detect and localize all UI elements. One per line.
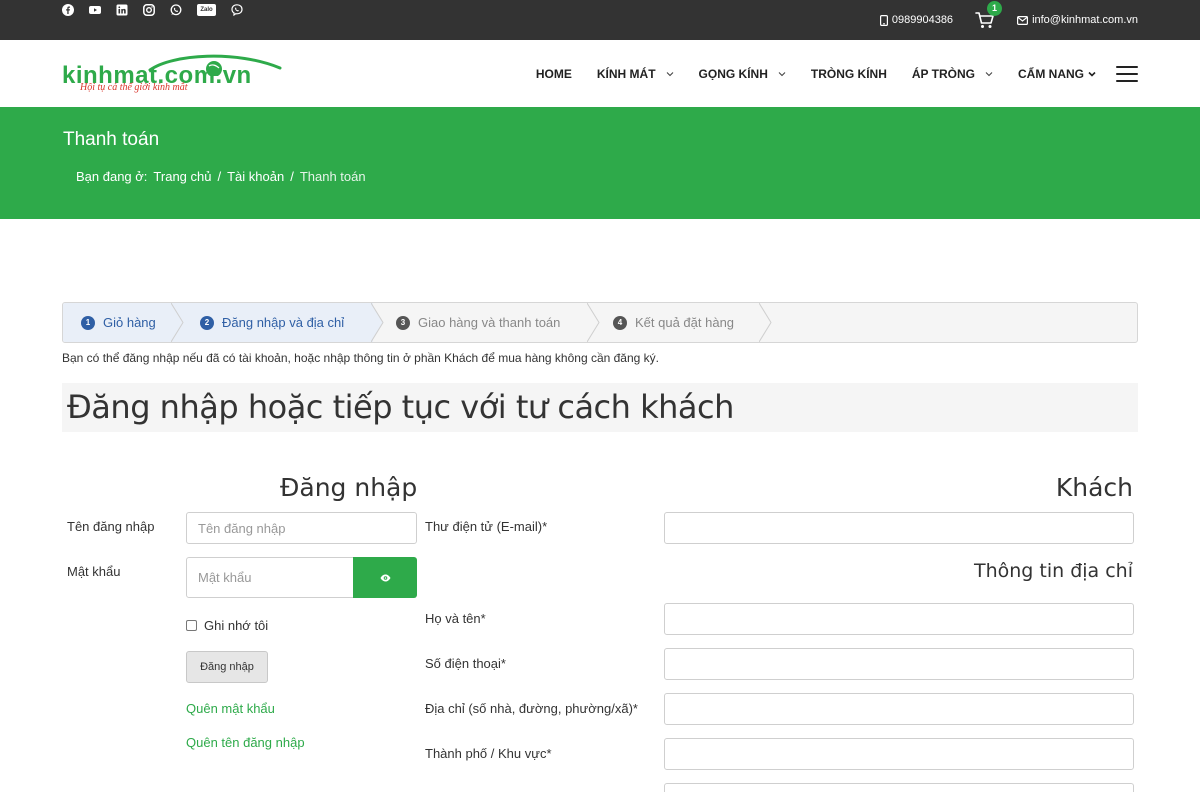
- page-banner: Thanh toán Bạn đang ở: Trang chủ / Tài k…: [0, 107, 1200, 219]
- step-order-result: 4 Kết quả đặt hàng: [613, 303, 734, 342]
- forgot-username-link[interactable]: Quên tên đăng nhập: [186, 735, 305, 750]
- nav-trong-kinh-label: TRÒNG KÍNH: [810, 66, 887, 81]
- email-input[interactable]: [664, 512, 1134, 544]
- step-login-address[interactable]: 2 Đăng nhập và địa chỉ: [200, 303, 344, 342]
- email-label: Thư điện tử (E-mail)*: [425, 519, 548, 534]
- step-separator: [171, 303, 184, 342]
- page-title: Thanh toán: [63, 129, 160, 150]
- main-heading: Đăng nhập hoặc tiếp tục với tư cách khác…: [67, 388, 734, 426]
- viber-icon[interactable]: [231, 4, 243, 16]
- nav-gong-kinh-label: GỌNG KÍNH: [698, 66, 768, 81]
- mobile-phone-icon: [879, 14, 888, 26]
- chevron-down-icon: [985, 71, 993, 76]
- next-field-input[interactable]: [664, 783, 1134, 792]
- step-label: Giỏ hàng: [103, 315, 156, 330]
- step-label: Đăng nhập và địa chỉ: [222, 315, 345, 330]
- phone-link[interactable]: 0989904386: [879, 14, 954, 26]
- chevron-down-icon: [1088, 71, 1096, 77]
- cart-button[interactable]: 1: [975, 1, 1003, 30]
- top-contact: 0989904386 1 info@kinhmat.com.vn: [879, 0, 1138, 40]
- nav-trong-kinh[interactable]: TRÒNG KÍNH: [811, 67, 887, 81]
- nav-ap-trong-label: ÁP TRÒNG: [911, 66, 975, 81]
- breadcrumb-current: Thanh toán: [299, 169, 366, 184]
- fullname-label: Họ và tên*: [425, 611, 486, 626]
- nav-cam-nang-label: CẨM NANG: [1018, 66, 1084, 81]
- email-link[interactable]: info@kinhmat.com.vn: [1017, 14, 1138, 26]
- address-label: Địa chỉ (số nhà, đường, phường/xã)*: [425, 701, 638, 716]
- envelope-icon: [1017, 15, 1029, 25]
- logo-slogan: Hội tụ cả thế giới kính mắt: [80, 82, 188, 93]
- step-separator: [587, 303, 600, 342]
- step-number: 1: [81, 315, 95, 330]
- show-password-button[interactable]: [353, 557, 417, 598]
- address-input[interactable]: [664, 693, 1134, 725]
- nav-kinh-mat[interactable]: KÍNH MÁT: [597, 67, 674, 81]
- step-shipping-payment: 3 Giao hàng và thanh toán: [396, 303, 560, 342]
- section-heading: Đăng nhập hoặc tiếp tục với tư cách khác…: [62, 383, 1138, 432]
- chevron-down-icon: [778, 71, 786, 76]
- step-cart[interactable]: 1 Giỏ hàng: [81, 303, 156, 342]
- phone-input[interactable]: [664, 648, 1134, 680]
- login-button[interactable]: Đăng nhập: [186, 651, 268, 683]
- nav-kinh-mat-label: KÍNH MÁT: [596, 66, 656, 81]
- forgot-password-link[interactable]: Quên mật khẩu: [186, 701, 275, 716]
- step-number: 2: [200, 315, 214, 330]
- breadcrumb-account-link[interactable]: Tài khoản: [227, 169, 284, 184]
- breadcrumb-prefix: Bạn đang ở:: [76, 169, 148, 184]
- username-label: Tên đăng nhập: [67, 519, 155, 534]
- email-address: info@kinhmat.com.vn: [1032, 14, 1138, 26]
- top-bar: Zalo 0989904386 1 info@kinhmat.com.vn: [0, 0, 1200, 40]
- nav-home-label: HOME: [535, 66, 572, 81]
- instagram-icon[interactable]: [143, 4, 155, 16]
- checkout-info-text: Bạn có thể đăng nhập nếu đã có tài khoản…: [62, 351, 659, 365]
- menu-hamburger-icon[interactable]: [1116, 65, 1138, 82]
- city-input[interactable]: [664, 738, 1134, 770]
- step-number: 3: [396, 315, 410, 330]
- facebook-icon[interactable]: [62, 4, 74, 16]
- zalo-icon[interactable]: Zalo: [197, 4, 216, 16]
- nav-home[interactable]: HOME: [536, 67, 572, 81]
- phone-number: 0989904386: [891, 14, 954, 26]
- chevron-down-icon: [666, 71, 673, 76]
- step-label: Kết quả đặt hàng: [635, 315, 735, 330]
- cart-count-badge: 1: [987, 1, 1003, 16]
- city-label: Thành phố / Khu vực*: [425, 746, 552, 761]
- eye-icon: [380, 574, 390, 581]
- fullname-input[interactable]: [664, 603, 1134, 635]
- nav-ap-trong[interactable]: ÁP TRÒNG: [912, 67, 993, 81]
- username-input[interactable]: Tên đăng nhập: [186, 512, 417, 544]
- step-label: Giao hàng và thanh toán: [418, 315, 561, 330]
- step-separator: [371, 303, 384, 342]
- password-label: Mật khẩu: [67, 564, 121, 579]
- breadcrumb-separator: /: [217, 169, 222, 184]
- step-number: 4: [613, 315, 627, 330]
- youtube-icon[interactable]: [89, 4, 101, 16]
- address-section-title: Thông tin địa chỉ: [973, 560, 1133, 582]
- site-logo[interactable]: kinhmat.com.vn Hội tụ cả thế giới kính m…: [62, 52, 282, 96]
- phone-label: Số điện thoại*: [425, 656, 506, 671]
- whatsapp-icon[interactable]: [170, 4, 182, 16]
- login-title: Đăng nhập: [280, 473, 418, 502]
- breadcrumb-home-link[interactable]: Trang chủ: [153, 169, 211, 184]
- site-header: kinhmat.com.vn Hội tụ cả thế giới kính m…: [0, 40, 1200, 107]
- linkedin-icon[interactable]: [116, 4, 128, 16]
- breadcrumb-separator: /: [290, 169, 294, 184]
- nav-gong-kinh[interactable]: GỌNG KÍNH: [699, 67, 786, 81]
- breadcrumb: Bạn đang ở: Trang chủ / Tài khoản / Than…: [76, 169, 372, 184]
- remember-me-checkbox[interactable]: [186, 620, 197, 631]
- guest-title: Khách: [1055, 473, 1133, 502]
- checkout-steps: 1 Giỏ hàng 2 Đăng nhập và địa chỉ 3 Giao…: [62, 302, 1138, 343]
- remember-me-label[interactable]: Ghi nhớ tôi: [204, 618, 268, 633]
- password-input[interactable]: Mật khẩu: [186, 557, 354, 598]
- main-nav: HOME KÍNH MÁT GỌNG KÍNH TRÒNG KÍNH ÁP TR…: [511, 40, 1138, 107]
- nav-cam-nang[interactable]: CẨM NANG: [1018, 67, 1096, 81]
- social-links: Zalo: [62, 2, 258, 18]
- step-separator: [759, 303, 772, 342]
